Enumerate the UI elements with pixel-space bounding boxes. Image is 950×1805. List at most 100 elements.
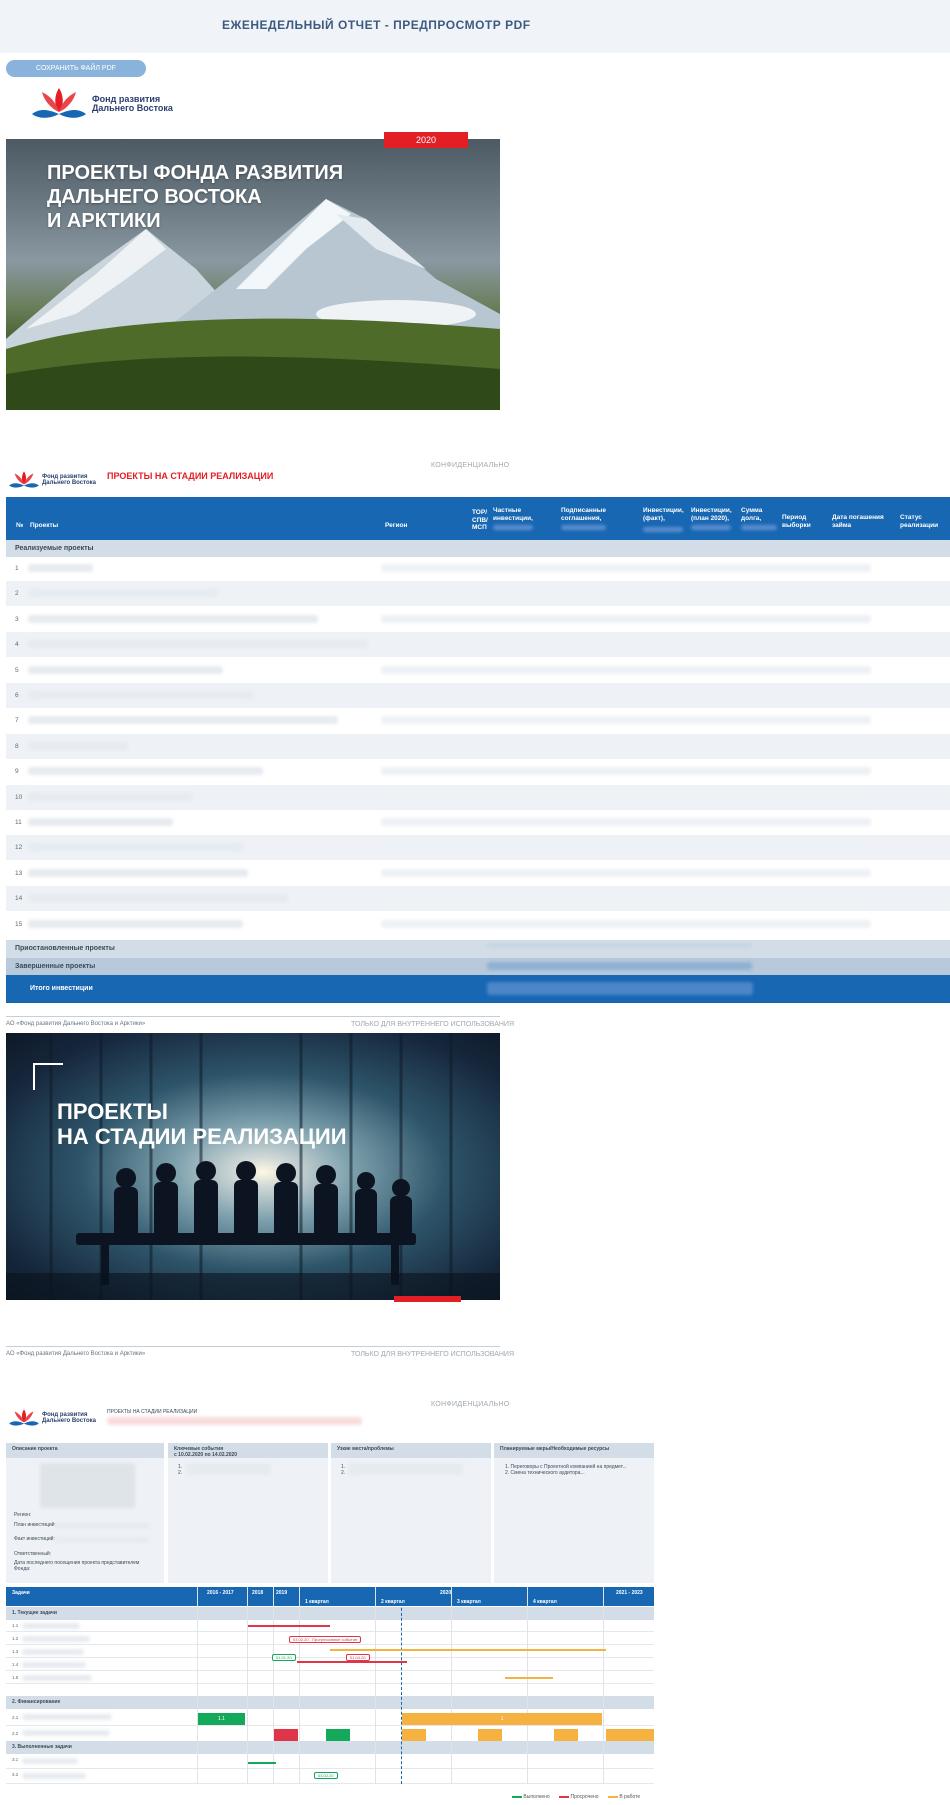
- page-title: ЕЖЕНЕДЕЛЬНЫЙ ОТЧЕТ - ПРЕДПРОСМОТР PDF: [222, 18, 531, 32]
- row-number: 1: [15, 565, 19, 572]
- row-number: 11: [15, 819, 22, 826]
- field-last-visit: Дата последнего посещения проекта предст…: [14, 1560, 140, 1572]
- gantt-bar-inwork: 1: [402, 1713, 602, 1725]
- gantt-bar-overdue: [274, 1729, 298, 1741]
- gantt-section-completed: 3. Выполненные задачи: [6, 1741, 654, 1754]
- save-pdf-button[interactable]: СОХРАНИТЬ ФАЙЛ PDF: [6, 60, 146, 77]
- gantt-legend: Выполнено Просрочено В работе: [512, 1794, 640, 1800]
- legend-done-swatch: [512, 1795, 522, 1798]
- table-row[interactable]: 7: [6, 708, 950, 733]
- row-number: 10: [15, 793, 23, 801]
- year-tag: 2020: [384, 132, 468, 148]
- row-number: 8: [15, 742, 19, 750]
- gantt-today-line: [401, 1598, 402, 1784]
- gantt-bar-inwork: [554, 1729, 578, 1741]
- col-tor: ТОР/ СПВ/ МСП: [472, 509, 488, 531]
- gantt-row: 1.5: [6, 1672, 654, 1684]
- table-row[interactable]: 14: [6, 886, 950, 912]
- cover-slide-2: ПРОЕКТЫ НА СТАДИИ РЕАЛИЗАЦИИ: [6, 1033, 500, 1300]
- lotus-logo-icon: [9, 471, 39, 488]
- row-number: 13: [15, 869, 23, 877]
- measures-list: 1. Переговоры с Проектной компанией на п…: [505, 1464, 627, 1476]
- slide-title: ПРОЕКТЫ НА СТАДИИ РЕАЛИЗАЦИИ: [107, 471, 274, 481]
- row-number: 15: [15, 920, 23, 928]
- cover2-footer-left: АО «Фонд развития Дальнего Востока и Арк…: [6, 1351, 146, 1357]
- section-suspended: Приостановленные проекты: [6, 940, 950, 958]
- lotus-logo-icon: [9, 1409, 39, 1426]
- gantt-header-years: Задачи 2016 - 2017 2018 2019 2020 2021 -…: [6, 1587, 654, 1598]
- table-row[interactable]: 11: [6, 810, 950, 835]
- row-number: 12: [15, 844, 23, 852]
- field-fact: Факт инвестиций:: [14, 1536, 55, 1542]
- gantt-row: 3.1: [6, 1754, 654, 1769]
- issues-list: 1. 2.: [341, 1464, 346, 1476]
- col-num: №: [16, 522, 24, 529]
- col-region: Регион: [385, 522, 408, 529]
- field-plan: План инвестиций:: [14, 1522, 56, 1528]
- row-number: 6: [15, 692, 19, 699]
- gantt-header-quarters: 1 квартал 2 квартал 3 квартал 4 квартал: [6, 1598, 654, 1606]
- gantt-event-label: 01.01.20: [272, 1654, 296, 1661]
- row-number: 5: [15, 666, 19, 674]
- row-number: 3: [15, 615, 19, 623]
- panel-measures: [494, 1458, 654, 1583]
- cover1-title: ПРОЕКТЫ ФОНДА РАЗВИТИЯ ДАЛЬНЕГО ВОСТОКА …: [47, 162, 344, 232]
- lotus-logo-icon: [32, 88, 86, 118]
- footer-right: ТОЛЬКО ДЛЯ ВНУТРЕННЕГО ИСПОЛЬЗОВАНИЯ: [351, 1021, 515, 1028]
- gantt-bar-done: [326, 1729, 350, 1741]
- table-row[interactable]: 5: [6, 658, 950, 683]
- gantt-row: 1.3: [6, 1646, 654, 1658]
- table-row[interactable]: 10: [6, 784, 950, 810]
- field-region: Регион:: [14, 1512, 32, 1518]
- table-row[interactable]: 9: [6, 759, 950, 784]
- col-period: Период выборки: [782, 514, 811, 529]
- gantt-row: 1.1: [6, 1620, 654, 1632]
- confidential-label: КОНФИДЕНЦИАЛЬНО: [431, 462, 510, 469]
- table-row[interactable]: 8: [6, 733, 950, 759]
- col-inv-plan: Инвестиции, (план 2020),: [691, 507, 732, 522]
- gantt-section-current: 1. Текущие задачи: [6, 1607, 654, 1620]
- gantt-section-financing: 2. Финансирование: [6, 1696, 654, 1709]
- gantt-bar-inwork: [330, 1649, 606, 1651]
- gantt-bar-inwork: [606, 1729, 654, 1741]
- table-row[interactable]: 13: [6, 861, 950, 886]
- panel-events: [168, 1458, 328, 1583]
- slide-logo: Фонд развития Дальнего Востока: [6, 469, 96, 491]
- table-row[interactable]: 15: [6, 912, 950, 937]
- section-active-projects: Реализуемые проекты: [6, 540, 950, 557]
- gantt-bar-overdue: [297, 1661, 407, 1663]
- table-row[interactable]: 3: [6, 607, 950, 632]
- table-row[interactable]: 12: [6, 835, 950, 861]
- row-number: 9: [15, 768, 19, 776]
- gantt-bar-inwork: [505, 1677, 553, 1679]
- gantt-event-label: 03.02.20: [314, 1772, 338, 1779]
- col-projects: Проекты: [30, 522, 59, 529]
- panel-measures-header: Планируемые меры/Необходимые ресурсы: [494, 1443, 654, 1458]
- logo-line2: Дальнего Востока: [92, 103, 173, 113]
- detail-title: ПРОЕКТЫ НА СТАДИИ РЕАЛИЗАЦИИ: [107, 1409, 198, 1415]
- top-bar: ЕЖЕНЕДЕЛЬНЫЙ ОТЧЕТ - ПРЕДПРОСМОТР PDF: [0, 0, 950, 53]
- gantt-bar-overdue: [248, 1625, 330, 1627]
- cover2-red-bar: [394, 1296, 461, 1302]
- table-row[interactable]: 6: [6, 683, 950, 708]
- col-signed: Подписанные соглашения,: [561, 507, 606, 522]
- table-row[interactable]: 1: [6, 556, 950, 581]
- col-status: Статус реализации: [900, 514, 939, 529]
- gantt-event-label: 01.04.20: [346, 1654, 370, 1661]
- gantt-tasks-col: Задачи: [12, 1590, 30, 1596]
- field-responsible: Ответственный:: [14, 1551, 52, 1557]
- row-number: 2: [15, 590, 19, 598]
- table-row[interactable]: 2: [6, 581, 950, 607]
- gantt-bar-inwork: [478, 1729, 502, 1741]
- table-row[interactable]: 4: [6, 632, 950, 658]
- cover2-title: ПРОЕКТЫ НА СТАДИИ РЕАЛИЗАЦИИ: [57, 1099, 347, 1149]
- corner-decoration: [33, 1063, 63, 1090]
- gantt-bar-done: 1.1: [198, 1713, 245, 1725]
- cover2-footer-right: ТОЛЬКО ДЛЯ ВНУТРЕННЕГО ИСПОЛЬЗОВАНИЯ: [351, 1351, 515, 1358]
- section-completed: Завершенные проекты: [6, 958, 950, 975]
- events-list: 1. 2.: [178, 1464, 183, 1476]
- total-investments-row: Итого инвестиции: [6, 975, 950, 1003]
- legend-inwork-swatch: [607, 1795, 618, 1798]
- row-number: 7: [15, 717, 19, 725]
- table-header: № Проекты Регион ТОР/ СПВ/ МСП Частные и…: [6, 497, 950, 540]
